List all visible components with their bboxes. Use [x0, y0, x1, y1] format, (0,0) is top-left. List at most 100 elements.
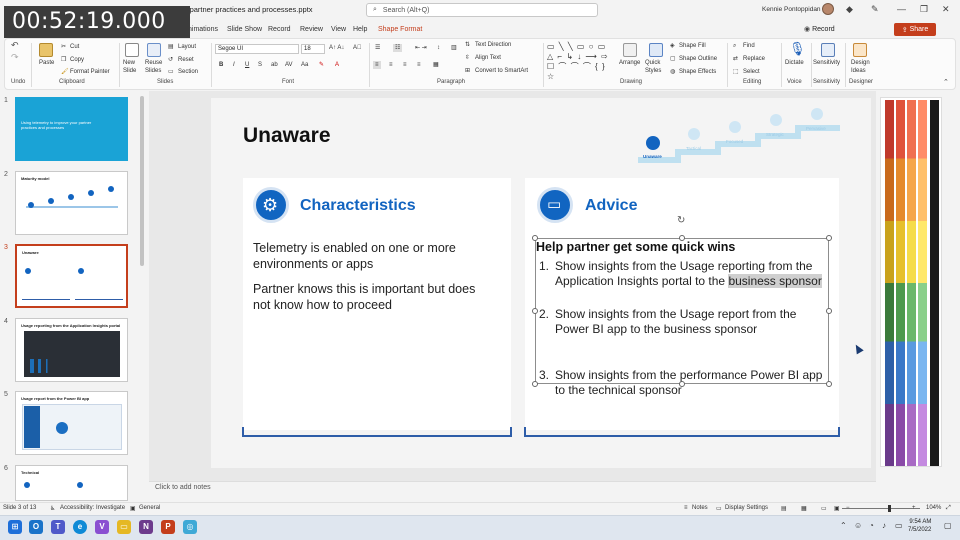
replace-icon[interactable]: ⇄ — [733, 55, 738, 63]
shape-outline-button[interactable]: Shape Outline — [679, 55, 717, 63]
accessibility-icon[interactable]: ♿ — [50, 505, 55, 512]
reset-icon[interactable]: ↺ — [168, 56, 173, 64]
tab-shape-format[interactable]: Shape Format — [378, 26, 422, 33]
resize-handle[interactable] — [826, 308, 832, 314]
align-left-icon[interactable]: ≡ — [373, 61, 381, 69]
section-button[interactable]: Section — [178, 68, 198, 76]
edge-icon[interactable]: e — [73, 520, 87, 534]
thumbnail-slide-1[interactable]: Using telemetry to improve your partner … — [15, 97, 128, 161]
select-icon[interactable]: ⬚ — [733, 68, 739, 76]
notes-placeholder[interactable]: Click to add notes — [155, 484, 211, 491]
people-icon[interactable]: ☺ — [854, 521, 862, 530]
tab-record[interactable]: Record — [268, 26, 291, 33]
columns-icon[interactable]: ▥ — [451, 44, 457, 52]
diamond-icon[interactable]: ◆ — [846, 4, 853, 15]
font-name-dropdown[interactable]: Segoe UI — [215, 44, 299, 54]
palette-column[interactable] — [885, 100, 894, 466]
copy-icon[interactable]: ❐ — [61, 56, 66, 64]
char-spacing-icon[interactable]: AV — [285, 61, 293, 69]
find-icon[interactable]: ⌕ — [733, 42, 736, 50]
chevron-up-icon[interactable]: ⌃ — [840, 521, 847, 530]
reset-button[interactable]: Reset — [178, 56, 194, 64]
thumbnail-slide-6[interactable]: Technical — [15, 465, 128, 501]
spacing-icon[interactable]: ab — [271, 61, 278, 69]
share-button[interactable]: ⇪ Share — [894, 23, 936, 36]
notes-button[interactable]: Notes — [692, 505, 708, 511]
sensitivity-button[interactable]: Sensitivity — [813, 59, 840, 67]
tab-animations[interactable]: nimations — [188, 26, 218, 33]
restore-icon[interactable]: ❐ — [920, 4, 928, 15]
palette-column[interactable] — [907, 100, 916, 466]
dictate-button[interactable]: Dictate — [785, 59, 804, 67]
sensitivity-label[interactable]: General — [139, 505, 160, 511]
shape-fill-button[interactable]: Shape Fill — [679, 42, 706, 50]
paste-icon[interactable] — [39, 43, 53, 57]
justify-icon[interactable]: ≡ — [417, 61, 421, 69]
collapse-ribbon-icon[interactable]: ⌃ — [943, 79, 949, 87]
pen-icon[interactable]: ✎ — [871, 4, 879, 15]
line-spacing-icon[interactable]: ↕ — [437, 44, 440, 52]
sensitivity-icon[interactable] — [821, 43, 835, 57]
search-box[interactable]: ⌕ Search (Alt+Q) — [366, 3, 598, 17]
bold-icon[interactable]: B — [219, 61, 223, 69]
underline-icon[interactable]: U — [245, 61, 249, 69]
palette-column[interactable] — [896, 100, 905, 466]
file-explorer-icon[interactable]: ▭ — [117, 520, 131, 534]
record-button[interactable]: ◉ Record — [804, 23, 890, 35]
quick-styles-button[interactable]: Quick Styles — [645, 59, 667, 75]
cut-button[interactable]: Cut — [70, 43, 79, 51]
layout-icon[interactable]: ▤ — [168, 43, 174, 51]
align-text-button[interactable]: Align Text — [475, 54, 501, 62]
new-slide-button[interactable]: New Slide — [123, 59, 143, 75]
format-painter-button[interactable]: Format Painter — [70, 68, 110, 76]
slide-sorter-icon[interactable]: ▦ — [801, 505, 807, 512]
cut-icon[interactable]: ✂ — [61, 43, 66, 51]
font-color-icon[interactable]: A — [335, 61, 339, 69]
resize-handle[interactable] — [679, 235, 685, 241]
shape-effects-icon[interactable]: ◍ — [670, 68, 675, 76]
minimize-icon[interactable]: — — [897, 4, 906, 15]
rotate-handle-icon[interactable]: ↻ — [677, 216, 685, 226]
tab-view[interactable]: View — [331, 26, 346, 33]
section-icon[interactable]: ▭ — [168, 68, 174, 76]
paste-button[interactable]: Paste — [39, 59, 54, 67]
font-grow-icon[interactable]: A↑ A↓ — [329, 44, 344, 52]
layout-button[interactable]: Layout — [178, 43, 196, 51]
microphone-icon[interactable]: 🎙 — [789, 41, 806, 57]
select-button[interactable]: Select — [743, 68, 760, 76]
close-icon[interactable]: ✕ — [942, 4, 950, 15]
strikethrough-icon[interactable]: S — [258, 61, 262, 69]
text-direction-icon[interactable]: ⇅ — [465, 41, 470, 49]
reading-view-icon[interactable]: ▭ — [821, 505, 827, 512]
resize-handle[interactable] — [532, 381, 538, 387]
app-icon[interactable]: ◎ — [183, 520, 197, 534]
powerpoint-icon[interactable]: P — [161, 520, 175, 534]
normal-view-icon[interactable]: ▤ — [781, 505, 787, 512]
clear-format-icon[interactable]: A⃠ — [353, 44, 362, 52]
characteristics-paragraph-1[interactable]: Telemetry is enabled on one or more envi… — [253, 240, 493, 272]
resize-handle[interactable] — [826, 235, 832, 241]
thumbnail-slide-2[interactable]: Maturity model — [15, 171, 128, 235]
numbering-icon[interactable]: ☷ — [393, 44, 403, 52]
visual-studio-icon[interactable]: V — [95, 520, 109, 534]
windows-start-icon[interactable]: ⊞ — [8, 520, 22, 534]
resize-handle[interactable] — [826, 381, 832, 387]
text-columns-icon[interactable]: ▦ — [433, 61, 439, 69]
teams-icon[interactable]: T — [51, 520, 65, 534]
copy-button[interactable]: Copy — [70, 56, 84, 64]
thumbnail-slide-3[interactable]: Unaware — [15, 244, 128, 308]
find-button[interactable]: Find — [743, 42, 755, 50]
bullets-icon[interactable]: ☰ — [375, 44, 380, 52]
redo-icon[interactable]: ↷ — [11, 53, 19, 62]
zoom-level[interactable]: 104% — [926, 505, 941, 511]
change-case-icon[interactable]: Aa — [301, 61, 308, 69]
font-size-dropdown[interactable]: 18 — [301, 44, 325, 54]
reuse-slides-icon[interactable] — [147, 43, 161, 57]
format-painter-icon[interactable]: 🖌 — [61, 68, 69, 76]
slideshow-icon[interactable]: ▣ — [834, 505, 840, 512]
palette-column[interactable] — [918, 100, 927, 466]
align-right-icon[interactable]: ≡ — [403, 61, 407, 69]
volume-icon[interactable]: ♪ — [882, 521, 886, 530]
quick-styles-icon[interactable] — [649, 43, 663, 57]
battery-icon[interactable]: ▭ — [895, 521, 903, 530]
